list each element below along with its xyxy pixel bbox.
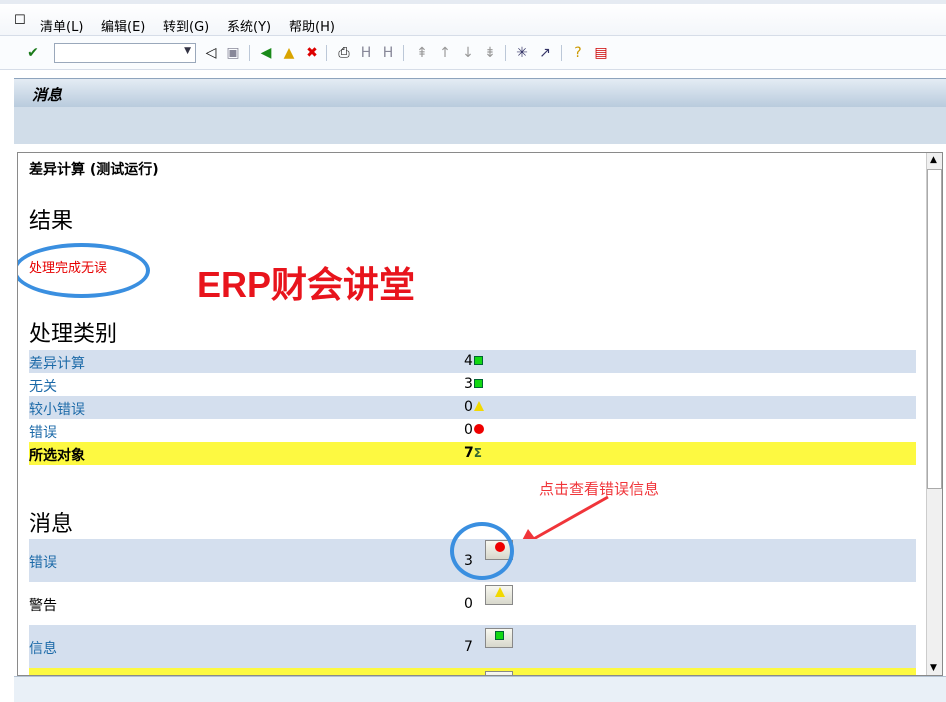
application-toolbar — [14, 107, 946, 144]
category-total-row: 所选对象 7Σ — [29, 442, 916, 465]
menu-system[interactable]: 系统(Y) — [227, 16, 271, 35]
message-label[interactable]: 信息 — [29, 638, 57, 658]
find-next-icon[interactable]: H — [379, 44, 397, 62]
category-value: 4 — [464, 353, 483, 369]
back-icon[interactable]: ◀ — [257, 44, 275, 62]
messages-title: 消息 — [29, 512, 74, 537]
next-page-icon[interactable]: ↓ — [459, 44, 477, 62]
category-label[interactable]: 无关 — [29, 376, 57, 396]
green-square-icon — [473, 379, 483, 388]
message-value: 7 — [464, 639, 473, 655]
category-label[interactable]: 较小错误 — [29, 399, 85, 419]
category-value: 0 — [464, 399, 484, 415]
separator — [505, 45, 506, 61]
cancel-icon[interactable]: ✖ — [303, 44, 321, 62]
back-triangle-icon[interactable]: ◁ — [202, 44, 220, 62]
message-total-row — [29, 668, 916, 675]
last-page-icon[interactable]: ⇟ — [481, 44, 499, 62]
message-row-info: 信息 7 — [29, 625, 916, 668]
category-label[interactable]: 错误 — [29, 422, 57, 442]
category-row: 差异计算 4 — [29, 350, 916, 373]
highlight-circle — [450, 522, 514, 580]
previous-page-icon[interactable]: ↑ — [436, 44, 454, 62]
message-row-warning: 警告 0 — [29, 582, 916, 625]
separator — [249, 45, 250, 61]
yellow-triangle-icon — [494, 587, 505, 597]
first-page-icon[interactable]: ⇞ — [413, 44, 431, 62]
categories-title: 处理类别 — [29, 322, 118, 347]
report-output: 差异计算 (测试运行) 结果 处理完成无误 ERP财会讲堂 处理类别 差异计算 4… — [17, 152, 943, 676]
enter-check-icon[interactable]: ✔ — [24, 44, 42, 62]
category-value: 3 — [464, 376, 483, 392]
result-title: 结果 — [29, 209, 74, 234]
menu-icon[interactable]: ☐ — [14, 13, 26, 28]
new-session-icon[interactable]: ✳ — [513, 44, 531, 62]
layout-icon[interactable]: ▤ — [592, 44, 610, 62]
sigma-icon: Σ — [473, 446, 482, 460]
info-details-button[interactable] — [485, 628, 513, 648]
message-label[interactable]: 错误 — [29, 552, 57, 572]
watermark: ERP财会讲堂 — [197, 264, 416, 305]
shortcut-icon[interactable]: ↗ — [536, 44, 554, 62]
scroll-down-icon[interactable]: ▼ — [930, 663, 937, 673]
command-field[interactable]: ▼ — [54, 43, 196, 63]
exit-icon[interactable]: ▲ — [280, 44, 298, 62]
separator — [326, 45, 327, 61]
category-row: 错误 0 — [29, 419, 916, 442]
menu-help[interactable]: 帮助(H) — [289, 16, 335, 35]
screen-title-bar: 消息 — [14, 78, 946, 107]
green-square-icon — [473, 356, 483, 365]
print-icon[interactable]: ⎙ — [335, 44, 353, 62]
separator — [561, 45, 562, 61]
separator — [403, 45, 404, 61]
toolbar: ✔ ▼ ◁ ▣ ◀ ▲ ✖ ⎙ H H ⇞ ↑ ↓ ⇟ ✳ ↗ ? ▤ — [0, 36, 946, 70]
highlight-circle — [18, 243, 150, 298]
chevron-down-icon[interactable]: ▼ — [184, 46, 191, 56]
warning-details-button[interactable] — [485, 585, 513, 605]
help-icon[interactable]: ? — [569, 44, 587, 62]
menu-bar: ☐ 清单(L) 编辑(E) 转到(G) 系统(Y) 帮助(H) — [0, 0, 946, 36]
vertical-scrollbar[interactable]: ▲ ▼ — [926, 153, 942, 675]
green-square-icon — [495, 631, 504, 640]
category-row: 较小错误 0 — [29, 396, 916, 419]
find-icon[interactable]: H — [357, 44, 375, 62]
screen-title: 消息 — [32, 86, 63, 104]
message-label: 警告 — [29, 598, 57, 614]
message-value: 0 — [464, 596, 473, 612]
save-icon[interactable]: ▣ — [224, 44, 242, 62]
category-row: 无关 3 — [29, 373, 916, 396]
menu-goto[interactable]: 转到(G) — [163, 16, 209, 35]
scroll-thumb[interactable] — [927, 169, 942, 489]
status-bar — [14, 676, 946, 702]
yellow-triangle-icon — [473, 401, 484, 411]
red-circle-icon — [473, 424, 484, 434]
menu-list[interactable]: 清单(L) — [40, 16, 83, 35]
category-label: 所选对象 — [29, 448, 85, 464]
scroll-up-icon[interactable]: ▲ — [930, 155, 937, 165]
report-heading: 差异计算 (测试运行) — [29, 162, 159, 178]
category-value: 0 — [464, 422, 484, 438]
category-value: 7Σ — [464, 445, 482, 461]
category-label[interactable]: 差异计算 — [29, 353, 85, 373]
menu-edit[interactable]: 编辑(E) — [101, 16, 145, 35]
